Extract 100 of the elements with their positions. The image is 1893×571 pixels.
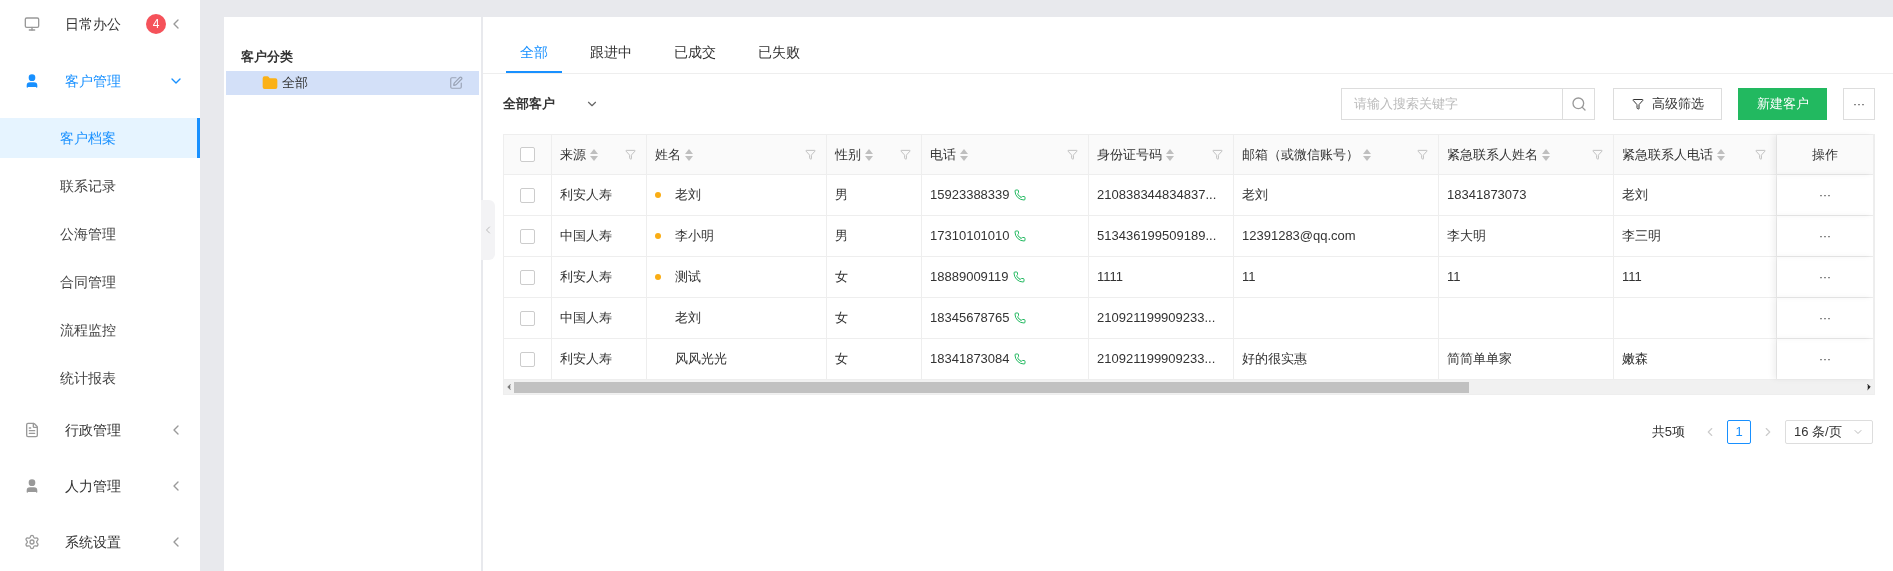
row-actions-button[interactable]: ··· [1819, 309, 1831, 327]
category-label: 全部 [282, 74, 309, 93]
panel-title: 客户分类 [240, 48, 294, 66]
checkbox[interactable] [520, 269, 535, 285]
more-button[interactable]: ··· [1843, 88, 1875, 120]
phone-icon[interactable] [1013, 353, 1026, 365]
edit-icon[interactable] [449, 76, 463, 90]
scroll-left-icon[interactable] [504, 382, 514, 392]
phone-icon[interactable] [1013, 312, 1026, 324]
horizontal-scrollbar[interactable] [504, 380, 1874, 394]
column-title: 操作 [1812, 145, 1838, 164]
checkbox[interactable] [520, 351, 535, 367]
notification-badge: 4 [146, 14, 166, 34]
search-button[interactable] [1563, 88, 1595, 120]
table-cell-text: 111 [1622, 268, 1642, 287]
table-cell-text: 18341873084 [930, 350, 1010, 369]
filter-icon[interactable] [900, 149, 911, 160]
table-cell-text: 老刘 [675, 309, 701, 328]
collapse-handle[interactable] [481, 200, 495, 260]
sort-icon[interactable] [960, 148, 968, 161]
sort-icon[interactable] [685, 148, 693, 161]
sort-icon[interactable] [865, 148, 873, 161]
column-header[interactable]: 紧急联系人电话 [1614, 135, 1777, 174]
submenu-item[interactable]: 流程监控 [0, 310, 200, 350]
checkbox[interactable] [520, 187, 535, 203]
filter-icon[interactable] [805, 149, 816, 160]
submenu-item[interactable]: 联系记录 [0, 166, 200, 206]
checkbox[interactable] [520, 228, 535, 244]
filter-icon[interactable] [1067, 149, 1078, 160]
column-header[interactable]: 操作 [1777, 135, 1874, 174]
submenu-item[interactable]: 公海管理 [0, 214, 200, 254]
phone-icon[interactable] [1012, 271, 1025, 283]
settings-icon [24, 534, 40, 550]
phone-icon[interactable] [1013, 189, 1026, 201]
column-header[interactable]: 紧急联系人姓名 [1439, 135, 1614, 174]
sort-icon[interactable] [1542, 148, 1550, 161]
column-header[interactable]: 来源 [552, 135, 647, 174]
column-title: 紧急联系人姓名 [1447, 145, 1538, 164]
page-size-select[interactable]: 16 条/页 [1785, 420, 1873, 444]
sort-icon[interactable] [590, 148, 598, 161]
tab[interactable]: 跟进中 [576, 33, 646, 73]
filter-icon[interactable] [1212, 149, 1223, 160]
table-cell-text: 老刘 [1622, 186, 1648, 205]
table-cell-text: 女 [835, 309, 848, 328]
checkbox[interactable] [520, 147, 535, 162]
customer-scope-dropdown[interactable]: 全部客户 [503, 94, 599, 114]
table-cell-text: 风风光光 [675, 350, 727, 369]
search-field[interactable]: 请输入搜索关键字 [1341, 88, 1563, 120]
table-cell-text: 12391283@qq.com [1242, 227, 1356, 246]
column-header[interactable]: 电话 [922, 135, 1089, 174]
menu-item[interactable]: 行政管理 [0, 402, 200, 458]
table-cell-text: 11 [1447, 268, 1461, 287]
column-title: 邮箱（或微信账号） [1242, 145, 1359, 164]
column-header[interactable]: 身份证号码 [1089, 135, 1234, 174]
folder-icon [262, 75, 278, 91]
menu-item[interactable]: 日常办公 4 [0, 0, 200, 48]
category-item[interactable]: 全部 [226, 71, 479, 95]
filter-icon[interactable] [1417, 149, 1428, 160]
row-actions-button[interactable]: ··· [1819, 350, 1831, 368]
column-header[interactable]: 邮箱（或微信账号） [1234, 135, 1439, 174]
tab[interactable]: 已失败 [744, 33, 814, 73]
table-cell-text: 嫩森 [1622, 350, 1648, 369]
table-cell-text: 利安人寿 [560, 186, 612, 205]
table-cell-text: 210921199909233... [1097, 309, 1216, 328]
advanced-filter-button[interactable]: 高级筛选 [1613, 88, 1722, 120]
phone-icon[interactable] [1013, 230, 1026, 242]
row-actions-button[interactable]: ··· [1819, 268, 1831, 286]
sort-icon[interactable] [1717, 148, 1725, 161]
menu-item[interactable]: 人力管理 [0, 458, 200, 514]
tab[interactable]: 已成交 [660, 33, 730, 73]
table-cell-text: 210921199909233... [1097, 350, 1216, 369]
table-cell-text: 好的很实惠 [1242, 350, 1307, 369]
table-cell-text: 17310101010 [930, 227, 1010, 246]
search-icon [1570, 96, 1587, 112]
row-actions-button[interactable]: ··· [1819, 186, 1831, 204]
column-title: 性别 [835, 145, 861, 164]
column-title: 身份证号码 [1097, 145, 1162, 164]
menu-item[interactable]: 系统设置 [0, 514, 200, 570]
submenu-item[interactable]: 统计报表 [0, 358, 200, 398]
scroll-right-icon[interactable] [1864, 382, 1874, 392]
table-cell-text: 中国人寿 [560, 309, 612, 328]
filter-icon[interactable] [1592, 149, 1603, 160]
column-title: 姓名 [655, 145, 681, 164]
table-cell-text: 李大明 [1447, 227, 1486, 246]
table-cell-text: 利安人寿 [560, 268, 612, 287]
filter-icon[interactable] [1755, 149, 1766, 160]
submenu-item[interactable]: 合同管理 [0, 262, 200, 302]
column-header[interactable]: 姓名 [647, 135, 827, 174]
table-cell-text: 18889009119 [930, 268, 1009, 287]
filter-icon [1631, 98, 1644, 110]
column-header[interactable]: 性别 [827, 135, 922, 174]
checkbox[interactable] [520, 310, 535, 326]
table-cell-text: 1111 [1097, 268, 1124, 287]
table-cell-text: 11 [1242, 268, 1256, 287]
sort-icon[interactable] [1166, 148, 1174, 161]
sort-icon[interactable] [1363, 148, 1371, 161]
column-title: 电话 [930, 145, 956, 164]
document-icon [24, 422, 40, 438]
filter-icon[interactable] [625, 149, 636, 160]
row-actions-button[interactable]: ··· [1819, 227, 1831, 245]
